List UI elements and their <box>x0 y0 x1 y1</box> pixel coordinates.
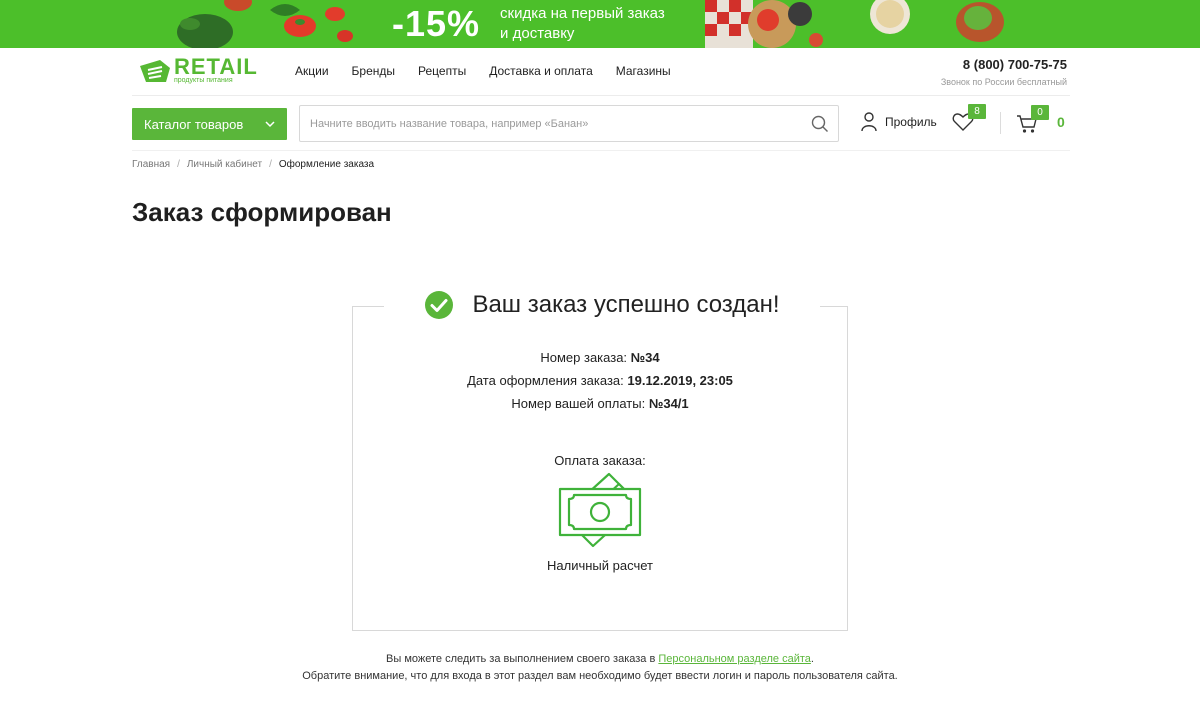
page-title: Заказ сформирован <box>132 197 392 227</box>
main-nav: Акции Бренды Рецепты Доставка и оплата М… <box>295 64 694 78</box>
nav-item-delivery[interactable]: Доставка и оплата <box>489 64 593 78</box>
promo-discount: -15% <box>392 3 481 44</box>
cash-icon <box>558 472 642 548</box>
banner-decoration-right <box>705 0 1004 48</box>
personal-section-link[interactable]: Персональном разделе сайта <box>658 653 811 665</box>
profile-icon <box>861 112 877 132</box>
success-title: Ваш заказ успешно создан! <box>472 291 780 318</box>
toolbar-separator <box>132 150 1070 151</box>
profile-link[interactable]: Профиль <box>861 112 937 132</box>
payment-number-value: №34/1 <box>648 396 689 411</box>
payment-label: Оплата заказа: <box>554 453 646 468</box>
promo-description: скидка на первый заказ и доставку <box>500 4 665 44</box>
search-icon[interactable] <box>811 115 829 133</box>
promo-banner[interactable]: -15% скидка на первый заказ и доставку <box>0 0 1200 48</box>
order-date-label: Дата оформления заказа: <box>467 373 624 388</box>
breadcrumb: Главная / Личный кабинет / Оформление за… <box>132 159 374 170</box>
cart-count-badge: 0 <box>1031 105 1049 120</box>
order-date-value: 19.12.2019, 23:05 <box>627 373 733 388</box>
nav-item-promotions[interactable]: Акции <box>295 64 329 78</box>
catalog-button-label: Каталог товаров <box>144 116 244 132</box>
cart-button[interactable]: 0 <box>1016 105 1049 139</box>
order-details: Номер заказа: №34 Дата оформления заказа… <box>352 346 848 415</box>
order-number-value: №34 <box>630 350 660 365</box>
cart-total: 0 <box>1057 114 1065 130</box>
breadcrumb-home[interactable]: Главная <box>132 159 170 170</box>
search-input[interactable] <box>300 106 790 141</box>
phone-note: Звонок по России бесплатный <box>940 77 1067 87</box>
chevron-down-icon <box>265 121 275 128</box>
nav-item-recipes[interactable]: Рецепты <box>418 64 466 78</box>
promo-line-1: скидка на первый заказ <box>500 5 665 22</box>
breadcrumb-account[interactable]: Личный кабинет <box>187 159 262 170</box>
search-box <box>299 105 839 142</box>
profile-label: Профиль <box>885 115 937 129</box>
site-header: RETAIL продукты питания Акции Бренды Рец… <box>132 48 1070 96</box>
breadcrumb-separator: / <box>177 159 180 170</box>
breadcrumb-current: Оформление заказа <box>278 159 375 170</box>
favorites-count-badge: 8 <box>968 104 986 119</box>
logo-icon <box>140 59 170 82</box>
order-number-row: Номер заказа: №34 <box>352 346 848 369</box>
breadcrumb-separator: / <box>269 159 272 170</box>
order-number-label: Номер заказа: <box>540 350 628 365</box>
check-circle-icon <box>425 291 454 319</box>
order-date-row: Дата оформления заказа: 19.12.2019, 23:0… <box>352 369 848 392</box>
phone-number[interactable]: 8 (800) 700-75-75 <box>941 57 1067 72</box>
payment-number-label: Номер вашей оплаты: <box>511 396 646 411</box>
note-text: Вы можете следить за выполнением своего … <box>386 653 656 665</box>
logo-name: RETAIL <box>174 54 258 79</box>
promo-text: -15% скидка на первый заказ и доставку <box>392 0 665 48</box>
logo-tagline: продукты питания <box>174 77 233 84</box>
payment-number-row: Номер вашей оплаты: №34/1 <box>352 392 848 415</box>
favorites-button[interactable]: 8 <box>952 104 986 137</box>
phone-block: 8 (800) 700-75-75 Звонок по России беспл… <box>941 57 1067 87</box>
catalog-button[interactable]: Каталог товаров <box>132 108 287 140</box>
payment-method: Наличный расчет <box>547 558 653 573</box>
nav-item-brands[interactable]: Бренды <box>352 64 395 78</box>
note-line-1: Вы можете следить за выполнением своего … <box>0 651 1200 668</box>
nav-item-stores[interactable]: Магазины <box>616 64 671 78</box>
note-line-2: Обратите внимание, что для входа в этот … <box>302 670 898 682</box>
note-dot: . <box>810 653 814 665</box>
order-success-heading: Ваш заказ успешно создан! <box>384 288 820 322</box>
promo-line-2: и доставку <box>500 25 575 42</box>
toolbar-divider <box>1000 112 1001 134</box>
account-note: Вы можете следить за выполнением своего … <box>0 651 1200 685</box>
logo[interactable]: RETAIL продукты питания <box>138 56 258 85</box>
